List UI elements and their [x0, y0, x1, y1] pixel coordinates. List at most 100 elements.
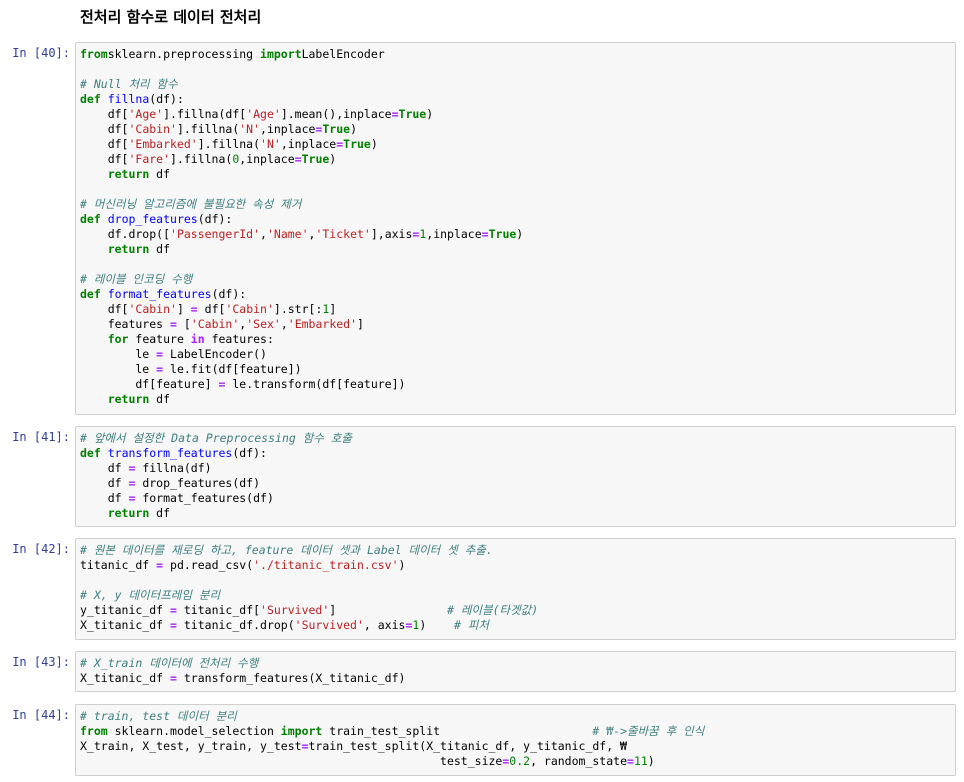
code-token: df[: [80, 122, 129, 136]
code-line: X_titanic_df = transform_features(X_tita…: [80, 671, 955, 686]
code-token: 'Cabin': [190, 317, 240, 331]
code-token: =: [301, 739, 309, 753]
code-token: ,: [280, 317, 288, 331]
code-token: def: [80, 212, 101, 226]
code-token: ]: [176, 302, 191, 316]
code-line: df['Fare'].fillna(0,inplace=True): [80, 152, 955, 167]
code-token: True: [301, 152, 330, 166]
code-token: features: [80, 317, 171, 331]
code-token: True: [343, 137, 371, 151]
code-token: 'Age': [128, 107, 164, 121]
code-line: return df: [80, 506, 955, 521]
code-token: return: [107, 167, 150, 181]
code-token: ,inplace: [260, 122, 316, 136]
code-token: # ₩->줄바꿈 후 인식: [592, 724, 705, 738]
code-token: train_test_split(X_titanic_df, y_titanic…: [308, 739, 628, 753]
code-token: ): [329, 152, 337, 166]
code-token: # X, y 데이터프레임 분리: [80, 588, 221, 602]
code-token: # 레이블(타겟값): [447, 603, 539, 617]
code-token: ,: [260, 227, 267, 241]
code-token: df: [149, 506, 171, 520]
code-line: df = drop_features(df): [80, 476, 955, 491]
code-line: test_size=0.2, random_state=11): [80, 754, 955, 769]
code-token: =: [627, 754, 634, 768]
code-token: le.fit(df[feature]): [163, 362, 302, 376]
code-token: sklearn.preprocessing: [107, 47, 261, 61]
code-token: 'Cabin': [225, 302, 274, 316]
code-token: from: [80, 47, 108, 61]
code-token: ].fillna(df[: [163, 107, 247, 121]
code-line: return df: [80, 392, 955, 407]
code-token: ]: [329, 302, 337, 316]
code-token: format_features(df): [135, 491, 274, 505]
code-token: =: [294, 152, 302, 166]
code-token: titanic_df.drop(: [176, 618, 295, 632]
code-input[interactable]: # 원본 데이터를 재로딩 하고, feature 데이터 셋과 Label 데…: [75, 538, 956, 640]
code-token: [: [176, 317, 191, 331]
code-token: ): [370, 137, 378, 151]
code-token: (df):: [211, 287, 247, 301]
code-line: # 레이블 인코딩 수행: [80, 272, 955, 287]
code-token: df: [149, 242, 171, 256]
code-input[interactable]: fromsklearn.preprocessing importLabelEnc…: [75, 42, 956, 415]
code-token: ].fillna(: [170, 152, 233, 166]
code-token: 11: [633, 754, 648, 768]
code-token: =: [170, 603, 177, 617]
code-token: df[: [80, 137, 129, 151]
code-input[interactable]: # X_train 데이터에 전처리 수행 X_titanic_df = tran…: [75, 651, 956, 692]
code-line: df['Age'].fillna(df['Age'].mean(),inplac…: [80, 107, 955, 122]
code-token: ): [350, 122, 357, 136]
code-token: le.transform(df[feature]): [225, 377, 406, 391]
code-token: ): [419, 618, 454, 632]
code-line: df['Cabin'].fillna('N',inplace=True): [80, 122, 955, 137]
cell-prompt: In [44]:: [12, 708, 70, 722]
code-token: 'Age': [246, 107, 281, 121]
code-token: def: [80, 92, 101, 106]
code-token: ): [647, 754, 655, 768]
code-token: # 레이블 인코딩 수행: [80, 272, 193, 286]
cell-prompt: In [42]:: [12, 542, 70, 556]
code-line: from sklearn.model_selection import trai…: [80, 724, 955, 739]
code-line: df = fillna(df): [80, 461, 955, 476]
code-token: # 피처: [453, 618, 489, 632]
code-token: =: [170, 671, 177, 685]
code-token: in: [190, 332, 205, 346]
code-token: =: [170, 618, 177, 632]
code-token: def: [80, 446, 101, 460]
code-input[interactable]: # 앞에서 설정한 Data Preprocessing 함수 호출 def tr…: [75, 426, 956, 527]
code-token: ): [398, 558, 406, 572]
code-token: feature: [128, 332, 191, 346]
code-token: 'Embarked': [287, 317, 358, 331]
code-token: df: [149, 167, 171, 181]
code-line: df[feature] = le.transform(df[feature]): [80, 377, 955, 392]
code-token: y_titanic_df: [80, 603, 171, 617]
code-line: y_titanic_df = titanic_df['Survived'] # …: [80, 603, 955, 618]
code-token: ]: [329, 603, 447, 617]
code-token: ]: [357, 317, 364, 331]
code-token: 'Survived': [260, 603, 330, 617]
code-token: ].str[:: [273, 302, 323, 316]
code-token: 'PassengerId': [170, 227, 261, 241]
code-token: (df):: [197, 212, 233, 226]
code-token: 'Cabin': [128, 302, 177, 316]
code-token: test_size: [80, 754, 503, 768]
code-token: pd.read_csv(: [163, 558, 254, 572]
code-token: 'N': [239, 122, 261, 136]
code-token: # 앞에서 설정한 Data Preprocessing 함수 호출: [80, 431, 352, 445]
code-token: drop_features(df): [135, 476, 261, 490]
code-line: return df: [80, 242, 955, 257]
code-token: ,inplace: [239, 152, 295, 166]
code-token: True: [398, 107, 427, 121]
code-token: =: [170, 317, 177, 331]
code-token: df[: [80, 107, 129, 121]
code-input[interactable]: # train, test 데이터 분리 from sklearn.model_s…: [75, 704, 956, 776]
